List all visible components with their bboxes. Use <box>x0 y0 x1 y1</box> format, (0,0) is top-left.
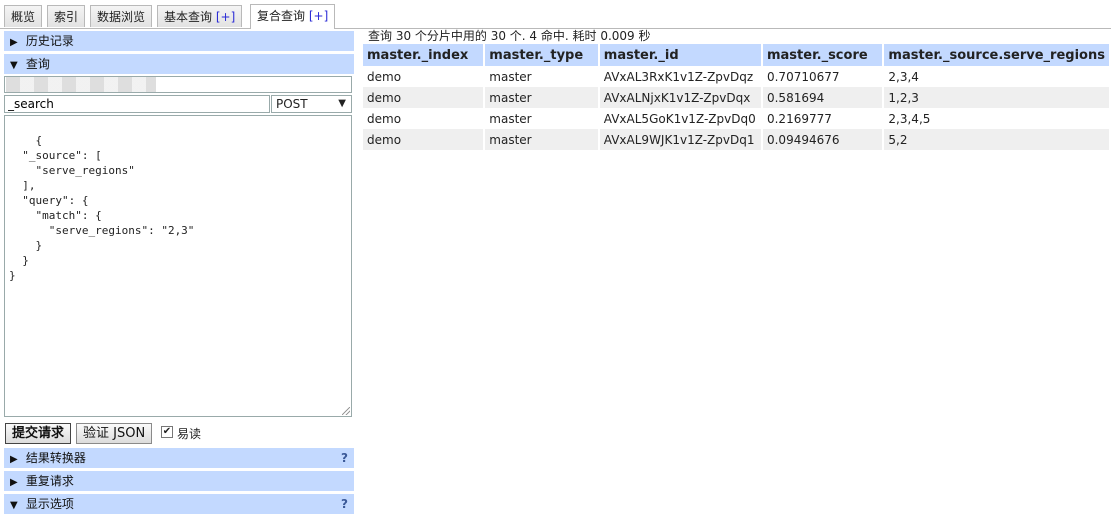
query-panel: ▶ 历史记录 ▼ 查询 POST ▼ { "_source": [ "serve… <box>0 29 356 514</box>
cell-serve-regions: 1,2,3 <box>883 87 1111 108</box>
column-header[interactable]: master._id <box>598 44 763 66</box>
request-body-editor[interactable]: { "_source": [ "serve_regions" ], "query… <box>4 115 352 417</box>
cell-score: 0.581694 <box>761 87 885 108</box>
display-label: 显示选项 <box>25 497 74 511</box>
cell-type: master <box>484 129 600 150</box>
cell-id: AVxAL5GoK1v1Z-ZpvDq0 <box>598 108 763 129</box>
cell-index: demo <box>363 129 486 150</box>
cell-type: master <box>484 87 600 108</box>
tab-plus: [+] <box>308 9 329 23</box>
help-icon[interactable]: ? <box>341 448 348 468</box>
cell-type: master <box>484 66 600 87</box>
transformer-label: 结果转换器 <box>25 451 86 465</box>
cell-id: AVxAL9WJK1v1Z-ZpvDq1 <box>598 129 763 150</box>
repeat-section-header[interactable]: ▶ 重复请求 <box>4 471 354 491</box>
table-row[interactable]: demo master AVxAL5GoK1v1Z-ZpvDq0 0.21697… <box>363 108 1111 129</box>
triangle-right-icon: ▶ <box>10 477 18 488</box>
column-header[interactable]: master._type <box>484 44 600 66</box>
tab-browser[interactable]: 数据浏览 <box>90 5 153 27</box>
cell-score: 0.09494676 <box>761 129 885 150</box>
resize-grip-icon[interactable] <box>342 407 350 415</box>
redacted-url <box>6 77 156 92</box>
query-status: 查询 30 个分片中用的 30 个. 4 命中. 耗时 0.009 秒 <box>368 29 651 43</box>
table-header-row: master._index master._type master._id ma… <box>363 44 1111 66</box>
display-section-header[interactable]: ▼ 显示选项 ? <box>4 494 354 514</box>
cell-score: 0.2169777 <box>761 108 885 129</box>
triangle-down-icon: ▼ <box>10 60 18 71</box>
cell-serve-regions: 2,3,4,5 <box>883 108 1111 129</box>
transformer-section-header[interactable]: ▶ 结果转换器 ? <box>4 448 354 468</box>
cell-id: AVxALNjxK1v1Z-ZpvDqx <box>598 87 763 108</box>
tab-overview[interactable]: 概览 <box>4 5 43 27</box>
column-header[interactable]: master._source.serve_regions <box>883 44 1111 66</box>
tab-basic-query[interactable]: 基本查询 [+] <box>157 5 243 27</box>
repeat-label: 重复请求 <box>25 474 74 488</box>
cell-index: demo <box>363 108 486 129</box>
pretty-checkbox[interactable]: ✔ <box>161 426 173 438</box>
tab-bar: 概览 索引 数据浏览 基本查询 [+] 复合查询 [+] <box>0 0 1111 29</box>
cell-serve-regions: 5,2 <box>883 129 1111 150</box>
column-header[interactable]: master._index <box>363 44 486 66</box>
tab-label: 概览 <box>11 10 36 24</box>
triangle-down-icon: ▼ <box>10 500 18 511</box>
tab-compound-query[interactable]: 复合查询 [+] <box>250 4 336 29</box>
http-method-select[interactable]: POST ▼ <box>271 95 352 113</box>
triangle-right-icon: ▶ <box>10 454 18 465</box>
table-row[interactable]: demo master AVxAL9WJK1v1Z-ZpvDq1 0.09494… <box>363 129 1111 150</box>
cell-index: demo <box>363 87 486 108</box>
tab-plus: [+] <box>215 10 236 24</box>
pretty-label: 易读 <box>177 427 202 441</box>
cell-score: 0.70710677 <box>761 66 885 87</box>
history-label: 历史记录 <box>25 34 74 48</box>
dropdown-arrow-icon: ▼ <box>338 98 346 109</box>
request-body-text: { "_source": [ "serve_regions" ], "query… <box>9 134 195 282</box>
method-value: POST <box>276 97 308 111</box>
request-path-input[interactable] <box>4 95 270 113</box>
validate-json-button[interactable]: 验证 JSON <box>76 423 153 444</box>
column-header[interactable]: master._score <box>761 44 885 66</box>
help-icon[interactable]: ? <box>341 494 348 514</box>
tab-label: 索引 <box>54 10 79 24</box>
cell-type: master <box>484 108 600 129</box>
tab-indices[interactable]: 索引 <box>47 5 86 27</box>
tab-label: 数据浏览 <box>97 10 146 24</box>
query-label: 查询 <box>25 57 50 71</box>
triangle-right-icon: ▶ <box>10 37 18 48</box>
tab-label: 复合查询 <box>257 9 306 23</box>
query-section-header[interactable]: ▼ 查询 <box>4 54 354 74</box>
table-row[interactable]: demo master AVxALNjxK1v1Z-ZpvDqx 0.58169… <box>363 87 1111 108</box>
cell-index: demo <box>363 66 486 87</box>
tab-label: 基本查询 <box>164 10 213 24</box>
submit-request-button[interactable]: 提交请求 <box>5 423 72 444</box>
cell-id: AVxAL3RxK1v1Z-ZpvDqz <box>598 66 763 87</box>
table-row[interactable]: demo master AVxAL3RxK1v1Z-ZpvDqz 0.70710… <box>363 66 1111 87</box>
results-table: master._index master._type master._id ma… <box>363 44 1111 150</box>
cell-serve-regions: 2,3,4 <box>883 66 1111 87</box>
history-section-header[interactable]: ▶ 历史记录 <box>4 31 354 51</box>
